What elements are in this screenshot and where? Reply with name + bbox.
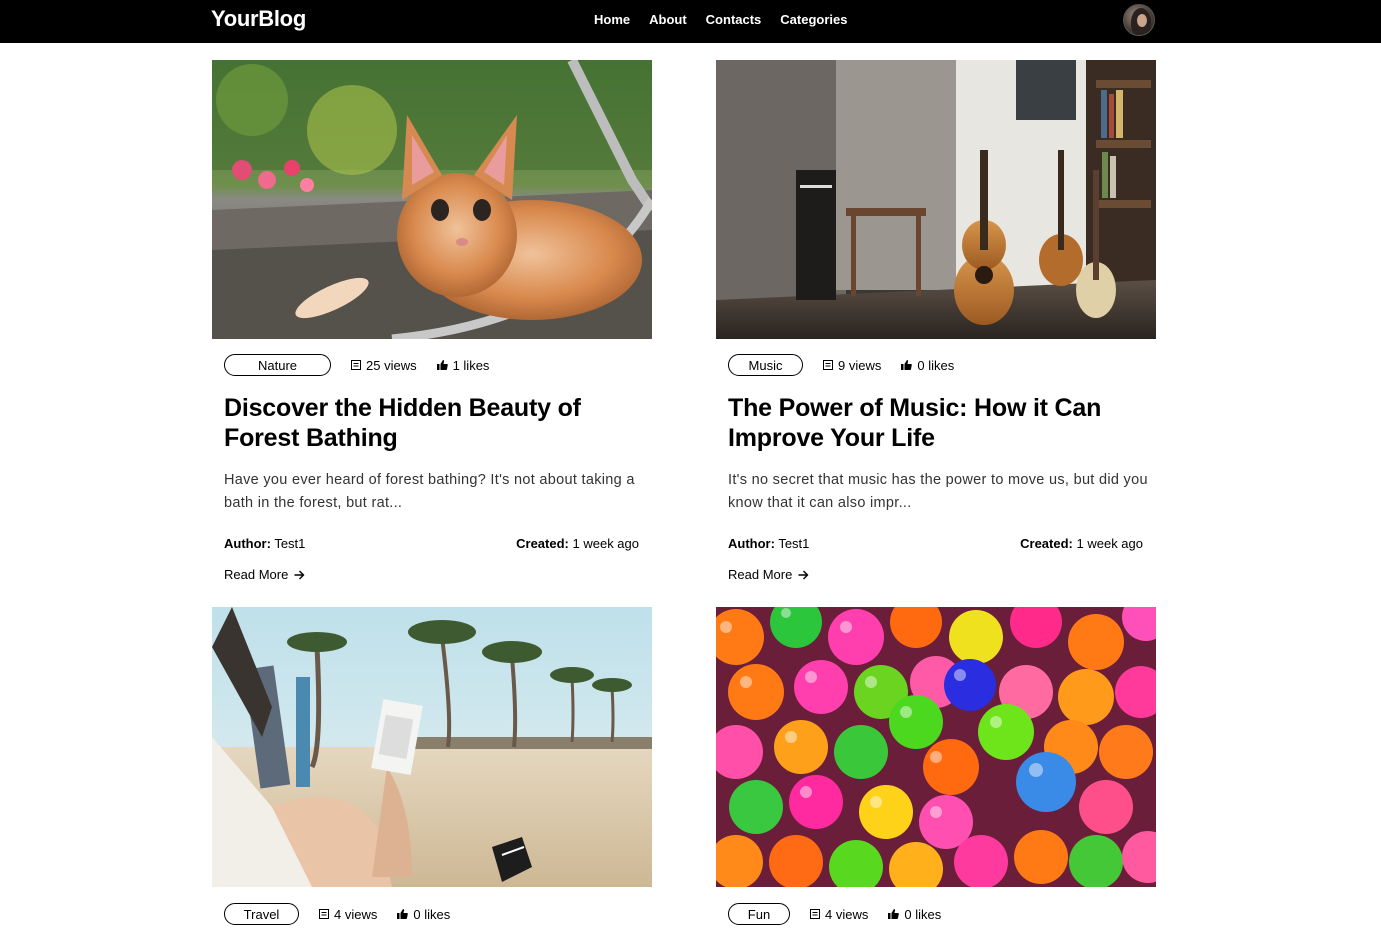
post-card: Fun 4 views 0 likes: [716, 607, 1156, 928]
balls-photo: [716, 607, 1156, 887]
post-card: Travel 4 views 0 likes: [212, 607, 652, 928]
likes-count: 0 likes: [413, 906, 451, 922]
author-name: Test1: [778, 536, 810, 551]
created-date: 1 week ago: [1076, 536, 1144, 551]
likes-stat: 0 likes: [888, 907, 941, 922]
main-nav: Home About Contacts Categories: [594, 12, 867, 27]
post-excerpt: It's no secret that music has the power …: [728, 472, 1148, 511]
views-icon: [823, 360, 833, 370]
post-image-balls[interactable]: [716, 607, 1156, 887]
likes-stat: 0 likes: [901, 358, 954, 373]
views-icon: [351, 360, 361, 370]
views-stat: 4 views: [810, 907, 868, 922]
post-image-beach[interactable]: [212, 607, 652, 887]
likes-count: 0 likes: [917, 357, 955, 373]
post-image-music-room[interactable]: [716, 60, 1156, 339]
likes-stat: 1 likes: [436, 357, 490, 373]
beach-photo: [212, 607, 652, 887]
created-info: Created: 1 week ago: [1020, 536, 1143, 551]
views-icon: [319, 909, 329, 919]
post-meta: Fun 4 views 0 likes: [728, 903, 941, 925]
post-card: Music 9 views 0 likes The Power of Music…: [716, 60, 1156, 600]
post-byline: Author: Test1 Created: 1 week ago: [224, 536, 639, 551]
post-byline: Author: Test1 Created: 1 week ago: [728, 536, 1143, 551]
likes-count: 0 likes: [904, 906, 942, 922]
created-label: Created:: [1020, 536, 1073, 551]
kitten-photo: [212, 60, 652, 339]
thumbs-up-icon: [888, 909, 900, 919]
arrow-right-icon: [798, 570, 809, 579]
read-more-link[interactable]: Read More: [728, 567, 809, 582]
created-label: Created:: [516, 536, 569, 551]
author-info: Author: Test1: [728, 536, 809, 551]
category-tag[interactable]: Fun: [728, 903, 790, 925]
post-meta: Travel 4 views 0 likes: [224, 903, 450, 925]
read-more-link[interactable]: Read More: [224, 567, 305, 582]
arrow-right-icon: [294, 570, 305, 579]
category-tag[interactable]: Music: [728, 354, 803, 376]
thumbs-up-icon: [397, 909, 409, 919]
brand-logo[interactable]: YourBlog: [211, 6, 306, 32]
music-room-photo: [716, 60, 1156, 339]
views-stat: 4 views: [319, 907, 377, 922]
author-label: Author:: [224, 536, 271, 551]
thumbs-up-icon: [436, 360, 448, 370]
created-info: Created: 1 week ago: [516, 536, 639, 551]
nav-contacts[interactable]: Contacts: [706, 12, 762, 27]
author-label: Author:: [728, 536, 775, 551]
created-date: 1 week ago: [572, 536, 640, 551]
top-navbar: YourBlog Home About Contacts Categories: [0, 0, 1381, 43]
views-count: 9 views: [838, 357, 882, 373]
views-count: 4 views: [334, 906, 378, 922]
thumbs-up-icon: [901, 360, 913, 370]
avatar-face: [1137, 14, 1147, 27]
post-image-kitten[interactable]: [212, 60, 652, 339]
author-info: Author: Test1: [224, 536, 305, 551]
category-tag[interactable]: Travel: [224, 903, 299, 925]
views-count: 4 views: [825, 906, 869, 922]
author-name: Test1: [274, 536, 306, 551]
likes-count: 1 likes: [452, 357, 490, 373]
user-avatar[interactable]: [1123, 4, 1155, 36]
read-more-label: Read More: [224, 567, 289, 582]
post-meta: Nature 25 views 1 likes: [224, 354, 489, 376]
nav-about[interactable]: About: [649, 12, 687, 27]
read-more-label: Read More: [728, 567, 793, 582]
views-icon: [810, 909, 820, 919]
post-title[interactable]: The Power of Music: How it Can Improve Y…: [728, 393, 1148, 453]
post-meta: Music 9 views 0 likes: [728, 354, 954, 376]
views-count: 25 views: [366, 357, 417, 373]
nav-home[interactable]: Home: [594, 12, 630, 27]
post-title[interactable]: Discover the Hidden Beauty of Forest Bat…: [224, 393, 644, 453]
category-tag[interactable]: Nature: [224, 354, 331, 376]
views-stat: 9 views: [823, 358, 881, 373]
likes-stat: 0 likes: [397, 907, 450, 922]
views-stat: 25 views: [351, 358, 417, 373]
nav-categories[interactable]: Categories: [780, 12, 847, 27]
post-excerpt: Have you ever heard of forest bathing? I…: [224, 472, 635, 511]
post-card: Nature 25 views 1 likes Discover the Hid…: [212, 60, 652, 600]
